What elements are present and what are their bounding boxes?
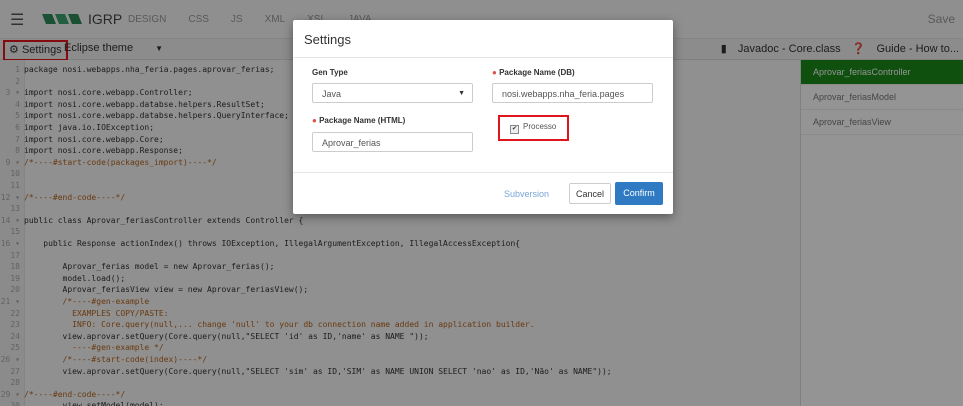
caret-down-icon: ▼ bbox=[458, 90, 465, 97]
pkg-html-input[interactable]: Aprovar_ferias bbox=[312, 132, 473, 152]
pkg-db-input[interactable]: nosi.webapps.nha_feria.pages bbox=[492, 83, 653, 103]
modal-header-divider bbox=[293, 57, 673, 58]
processo-label: Processo bbox=[523, 122, 557, 131]
gen-type-select[interactable]: Java ▼ bbox=[312, 83, 473, 103]
pkg-html-label: ● Package Name (HTML) bbox=[312, 116, 406, 125]
pkg-db-label: ● Package Name (DB) bbox=[492, 68, 575, 77]
subversion-button[interactable]: Subversion bbox=[504, 189, 549, 199]
pkg-db-value: nosi.webapps.nha_feria.pages bbox=[502, 89, 625, 99]
processo-checkbox-group[interactable]: ✔ Processo bbox=[498, 115, 569, 141]
cancel-button[interactable]: Cancel bbox=[569, 183, 611, 204]
modal-title: Settings bbox=[304, 32, 351, 47]
modal-footer-divider bbox=[293, 172, 673, 173]
pkg-html-value: Aprovar_ferias bbox=[322, 138, 381, 148]
gen-type-value: Java bbox=[322, 89, 342, 99]
settings-modal: Settings Gen Type Java ▼ ● Package Name … bbox=[293, 20, 673, 214]
confirm-button[interactable]: Confirm bbox=[615, 182, 663, 205]
processo-checkbox[interactable]: ✔ bbox=[510, 125, 519, 134]
gen-type-label: Gen Type bbox=[312, 68, 348, 77]
